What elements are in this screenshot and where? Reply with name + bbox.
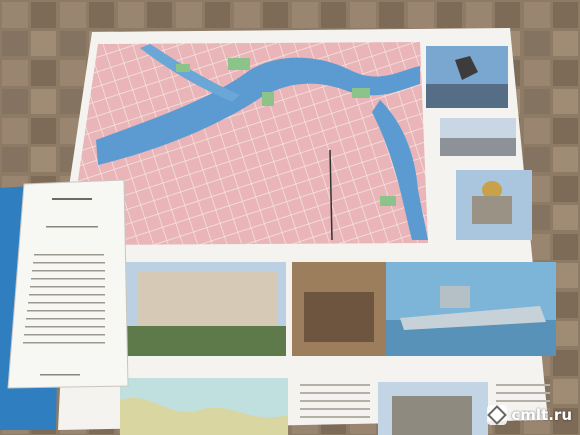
booklet-footer: [40, 374, 80, 376]
park: [262, 92, 274, 106]
park: [352, 88, 370, 98]
palace-facade: [138, 272, 278, 326]
photo-monument-base: [426, 84, 508, 108]
park: [228, 58, 250, 70]
sculpture-figure: [392, 396, 472, 435]
cathedral-body: [472, 196, 512, 224]
photo-illustration: [0, 0, 580, 435]
booklet-subheading: [46, 226, 98, 228]
park: [380, 196, 396, 206]
booklet-heading: [52, 198, 92, 200]
park: [176, 64, 190, 72]
photo-scene: cmlt.ru: [0, 0, 580, 435]
booklet-page: [7, 179, 129, 389]
cube-icon: [487, 405, 508, 425]
watermark-text: cmlt.ru: [511, 406, 572, 424]
site-watermark: cmlt.ru: [487, 405, 572, 425]
palace-garden: [120, 326, 286, 356]
cruiser-superstructure: [440, 286, 470, 308]
photo-embankment-buildings: [440, 138, 516, 156]
interior-desk: [304, 292, 374, 342]
